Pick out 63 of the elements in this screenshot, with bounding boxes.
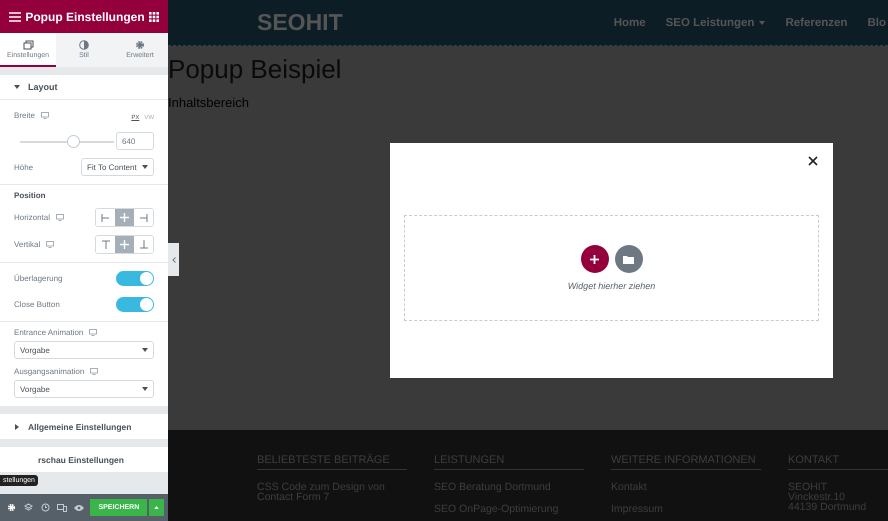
page-text: Inhaltsbereich	[168, 95, 250, 110]
animation-select[interactable]: Vorgabe	[14, 341, 154, 359]
align-middle-icon	[120, 240, 129, 249]
settings-icon	[7, 503, 16, 512]
toggle-switch[interactable]	[116, 270, 154, 286]
add-widget-button[interactable]	[580, 245, 608, 273]
close-button[interactable]	[807, 155, 819, 167]
collapse-handle[interactable]	[168, 243, 179, 276]
field-label: Ausgangsanimation	[14, 367, 84, 376]
nav-link[interactable]: SEO Leistungen	[666, 16, 766, 28]
caret-icon	[142, 387, 148, 391]
field-label: Vertikal	[14, 240, 40, 249]
slider-thumb[interactable]	[66, 134, 80, 148]
group-title: Position	[14, 191, 47, 200]
history-icon	[40, 503, 50, 512]
grid-icon[interactable]	[149, 12, 159, 22]
caret-icon	[14, 85, 20, 89]
caret-icon	[142, 348, 148, 352]
section-header[interactable]: Allgemeine Einstellungen	[0, 414, 168, 439]
align-center-icon	[120, 213, 129, 222]
close-icon	[807, 155, 819, 167]
eye-icon	[74, 504, 84, 510]
field-label: Höhe	[14, 162, 34, 172]
nav-link[interactable]: Referenzen	[785, 16, 848, 28]
devices-icon	[56, 504, 67, 512]
windows-icon	[22, 40, 34, 50]
width-input[interactable]: 640	[116, 132, 154, 150]
caret-icon	[142, 165, 148, 169]
nav-link[interactable]: Blo	[867, 16, 886, 28]
animation-select[interactable]: Vorgabe	[14, 380, 154, 398]
menu-icon[interactable]	[9, 12, 21, 22]
height-select[interactable]: Fit To Content	[81, 158, 154, 176]
toggle-switch[interactable]	[116, 296, 154, 312]
caret-icon	[15, 424, 19, 430]
field-label: Überlagerung	[14, 274, 62, 282]
nav-link[interactable]: Home	[614, 16, 646, 28]
field-label: Horizontal	[14, 213, 50, 222]
section-header[interactable]: rschau Einstellungen	[0, 447, 168, 472]
drop-hint: Widget hierher ziehen	[568, 281, 656, 291]
align-right-icon	[139, 214, 148, 222]
folder-icon	[623, 254, 634, 264]
align-left-icon	[101, 214, 110, 222]
align-top-icon	[102, 240, 110, 249]
monitor-icon	[40, 112, 49, 118]
site-logo[interactable]: SEOHIT	[257, 9, 343, 36]
monitor-icon	[46, 241, 54, 248]
layers-icon	[24, 503, 34, 512]
monitor-icon	[89, 329, 98, 336]
field-label: Close Button	[14, 300, 60, 308]
monitor-icon	[90, 368, 98, 375]
field-label: Entrance Animation	[14, 328, 84, 337]
plus-icon	[590, 254, 599, 264]
align-bottom-icon	[140, 240, 148, 249]
caret-icon	[154, 506, 160, 509]
panel-title: Popup Einstellungen	[25, 10, 145, 24]
template-button[interactable]	[614, 245, 642, 273]
contrast-icon	[79, 40, 89, 50]
monitor-icon	[56, 214, 64, 221]
chevron-left-icon	[172, 256, 176, 262]
save-options-button[interactable]	[149, 499, 164, 516]
settings-icon	[135, 40, 145, 50]
field-label: Breite	[14, 110, 35, 120]
caret-icon	[759, 20, 766, 24]
